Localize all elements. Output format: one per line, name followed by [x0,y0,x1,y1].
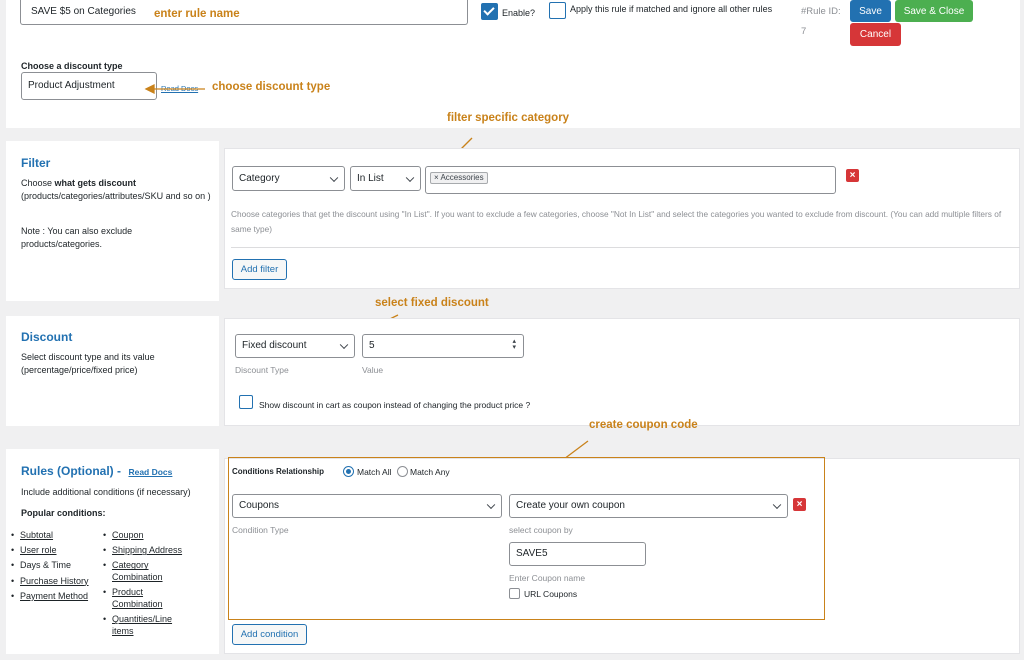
filter-note: Note : You can also exclude products/cat… [21,226,133,250]
popular-condition-link[interactable]: Purchase History [11,576,101,588]
condition-type-select[interactable]: Coupons [232,494,502,518]
popular-conditions-col2: Coupon Shipping Address Category Combina… [103,530,213,641]
popular-condition-link[interactable]: Shipping Address [103,545,213,557]
popular-condition-link[interactable]: Days & Time [11,560,101,572]
match-all-label: Match All [357,467,392,477]
chevron-down-icon [405,173,415,182]
discount-description: Select discount type and its value (perc… [21,352,155,376]
discount-value-input[interactable]: 5 ▴ ▾ [362,334,524,358]
radio-dot-icon [346,469,351,474]
discount-title: Discount [21,330,73,344]
condition-type-value: Coupons [239,500,280,511]
select-coupon-by-caption: select coupon by [509,525,573,535]
url-coupons-checkbox[interactable] [509,588,520,599]
filter-description: Choose what gets discount (products/cate… [21,178,211,202]
category-tag[interactable]: × Accessories [430,172,488,184]
show-as-coupon-checkbox[interactable] [239,395,253,409]
discount-type-caption: Discount Type [235,365,289,375]
popular-condition-link[interactable]: Subtotal [11,530,101,542]
filter-type-select[interactable]: Category [232,166,345,191]
coupon-code-input[interactable]: SAVE5 [509,542,646,566]
filter-operator-value: In List [357,172,384,184]
add-filter-button[interactable]: Add filter [232,259,287,280]
popular-condition-link[interactable]: Quantities/Line items [103,614,183,637]
popular-condition-link[interactable]: Product Combination [103,587,173,610]
coupon-select-value: Create your own coupon [516,500,625,511]
popular-condition-link[interactable]: Payment Method [11,591,101,603]
discount-type-value-select[interactable]: Fixed discount [235,334,355,358]
close-icon: × [796,498,803,510]
rules-description: Include additional conditions (if necess… [21,487,191,497]
popular-conditions-heading: Popular conditions: [21,508,106,518]
match-any-label: Match Any [410,467,450,477]
filter-divider [231,247,1020,248]
coupon-code-value: SAVE5 [516,548,548,559]
chevron-down-icon [486,500,496,510]
filter-operator-select[interactable]: In List [350,166,421,191]
remove-filter-button[interactable]: × [846,169,859,182]
filter-type-value: Category [239,172,280,184]
conditions-relationship-label: Conditions Relationship [232,467,324,476]
coupon-name-caption: Enter Coupon name [509,573,586,583]
discount-value-caption: Value [362,365,384,375]
rules-title: Rules (Optional) - Read Docs [21,464,173,478]
match-all-radio[interactable] [343,466,354,477]
popular-condition-link[interactable]: Coupon [103,530,213,542]
close-icon: × [849,169,856,181]
chevron-down-icon [329,173,339,182]
url-coupons-label: URL Coupons [524,589,578,599]
coupon-select[interactable]: Create your own coupon [509,494,788,518]
filter-help-text: Choose categories that get the discount … [231,209,1002,234]
rules-read-docs-link[interactable]: Read Docs [128,467,172,477]
filter-title: Filter [21,156,51,170]
remove-condition-button[interactable]: × [793,498,806,511]
match-any-radio[interactable] [397,466,408,477]
annotation-filter-category: filter specific category [447,112,570,124]
popular-condition-link[interactable]: Category Combination [103,560,173,583]
discount-value: 5 [369,340,375,351]
show-as-coupon-label: Show discount in cart as coupon instead … [259,400,531,410]
chevron-down-icon [772,500,782,510]
annotation-coupon-code: create coupon code [589,419,698,431]
condition-type-caption: Condition Type [232,525,289,535]
chevron-down-icon [339,340,349,350]
popular-conditions-col1: Subtotal User role Days & Time Purchase … [11,530,101,606]
popular-condition-link[interactable]: User role [11,545,101,557]
stepper-icon[interactable]: ▴ ▾ [512,338,516,352]
discount-type-select-value: Fixed discount [242,340,307,351]
add-condition-button[interactable]: Add condition [232,624,307,645]
annotation-fixed-discount: select fixed discount [375,297,489,309]
filter-values-input[interactable]: × Accessories [425,166,836,194]
